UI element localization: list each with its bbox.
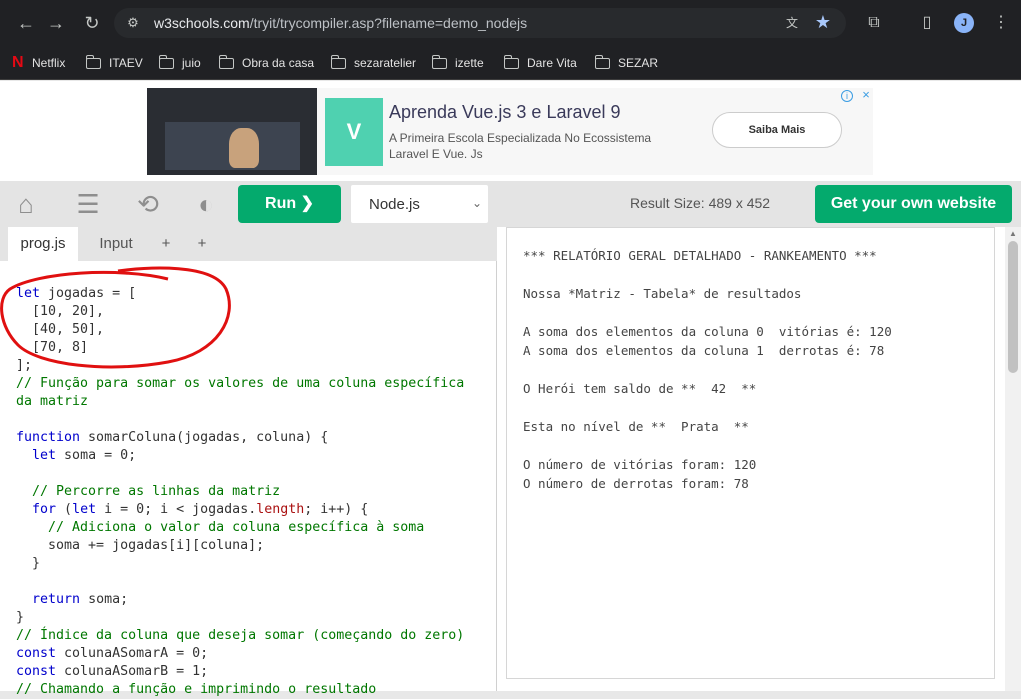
ad-video[interactable] <box>147 88 317 175</box>
bookmark-label: SEZAR <box>618 56 659 70</box>
rotate-icon[interactable]: ⟲ <box>130 187 166 221</box>
folder-icon <box>218 54 234 69</box>
language-select-value: Node.js <box>369 196 420 213</box>
bookmark-label: ITAEV <box>109 56 143 70</box>
scroll-up-icon[interactable]: ▲ <box>1008 229 1018 239</box>
bookmark-folder[interactable]: sezaratelier <box>330 53 417 73</box>
reload-icon[interactable]: ↻ <box>78 9 106 37</box>
site-settings-icon[interactable]: ⚙ <box>124 14 142 32</box>
page-content: V Aprenda Vue.js 3 e Laravel 9 A Primeir… <box>0 81 1021 697</box>
bookmark-folder[interactable]: Obra da casa <box>218 53 315 73</box>
tab-input[interactable]: Input <box>86 227 146 261</box>
result-line: O Herói tem saldo de ** 42 ** <box>523 381 757 396</box>
result-line <box>523 436 983 455</box>
browser-toolbar: ← → ↻ ⚙ w3schools.com/tryit/trycompiler.… <box>0 0 1021 46</box>
result-line <box>523 265 983 284</box>
ad-title[interactable]: Aprenda Vue.js 3 e Laravel 9 <box>389 102 621 123</box>
bookmark-star-icon[interactable]: ★ <box>812 11 834 33</box>
chevron-down-icon: ⌄ <box>471 196 482 210</box>
bookmarks-bar: N Netflix ITAEV juio Obra da casa sezarat… <box>0 46 1021 80</box>
result-line <box>523 398 983 417</box>
bookmark-folder[interactable]: Dare Vita <box>503 53 577 73</box>
code-content[interactable]: let jogadas = [ [10, 20], [40, 50], [70,… <box>16 285 486 699</box>
more-menu-icon[interactable]: ⋮ <box>987 9 1015 37</box>
result-line: *** RELATÓRIO GERAL DETALHADO - RANKEAME… <box>523 248 877 263</box>
address-bar[interactable]: ⚙ w3schools.com/tryit/trycompiler.asp?fi… <box>114 8 846 38</box>
language-select[interactable]: Node.js ⌄ <box>351 185 488 223</box>
tab-add-file[interactable]: + <box>152 227 180 261</box>
home-icon[interactable]: ⌂ <box>8 187 44 221</box>
result-line: O número de derrotas foram: 78 <box>523 476 749 491</box>
result-line: Nossa *Matriz - Tabela* de resultados <box>523 286 802 301</box>
netflix-icon: N <box>12 54 24 71</box>
result-line <box>523 360 983 379</box>
bookmark-folder[interactable]: juio <box>158 53 201 73</box>
bookmark-label: izette <box>455 56 484 70</box>
folder-icon <box>158 54 174 69</box>
result-line: O número de vitórias foram: 120 <box>523 457 757 472</box>
code-editor[interactable]: prog.js Input + + let jogadas = [ [10, 2… <box>0 227 497 697</box>
bookmark-label: juio <box>182 56 201 70</box>
ad-close-icon[interactable]: × <box>859 88 873 102</box>
result-line: A soma dos elementos da coluna 0 vitória… <box>523 324 892 339</box>
bookmark-label: Obra da casa <box>242 56 315 70</box>
bookmark-folder[interactable]: izette <box>431 53 484 73</box>
translate-icon[interactable]: 文 <box>782 13 802 33</box>
tab-prog-js[interactable]: prog.js <box>8 227 78 261</box>
ad-banner[interactable]: V Aprenda Vue.js 3 e Laravel 9 A Primeir… <box>147 88 873 175</box>
tryit-toolbar: ⌂ ☰ ⟲ ◐ Run ❯ Node.js ⌄ Result Size: 489… <box>0 181 1021 227</box>
folder-icon <box>85 54 101 69</box>
ad-cta-button[interactable]: Saiba Mais <box>712 112 842 148</box>
contrast-icon[interactable]: ◐ <box>188 187 224 221</box>
bookmark-label: sezaratelier <box>354 56 417 70</box>
forward-icon[interactable]: → <box>42 9 70 37</box>
profile-avatar[interactable]: J <box>954 13 974 33</box>
ad-subtitle: A Primeira Escola Especializada No Ecoss… <box>389 131 652 161</box>
back-icon[interactable]: ← <box>12 9 40 37</box>
bookmark-label: Netflix <box>32 56 66 70</box>
editor-tabs: prog.js Input + + <box>0 227 497 261</box>
run-button[interactable]: Run ❯ <box>238 185 341 223</box>
folder-icon <box>503 54 519 69</box>
extensions-icon[interactable]: ⧉ <box>860 9 888 37</box>
ad-logo-icon: V <box>325 98 383 166</box>
result-panel: *** RELATÓRIO GERAL DETALHADO - RANKEAME… <box>506 227 995 679</box>
scroll-thumb[interactable] <box>1008 241 1018 373</box>
result-size-label: Result Size: 489 x 452 <box>630 195 771 211</box>
tab-add-file[interactable]: + <box>186 227 218 261</box>
bookmark-folder[interactable]: ITAEV <box>85 53 143 73</box>
url-host: w3schools.com <box>154 15 250 31</box>
folder-icon <box>594 54 610 69</box>
bookmark-netflix[interactable]: N Netflix <box>12 53 65 73</box>
folder-icon <box>330 54 346 69</box>
side-panel-icon[interactable]: ▯ <box>913 9 941 37</box>
result-line <box>523 303 983 322</box>
get-website-button[interactable]: Get your own website <box>815 185 1012 223</box>
bookmark-label: Dare Vita <box>527 56 577 70</box>
bookmark-folder[interactable]: SEZAR <box>594 53 659 73</box>
ad-info-icon[interactable]: i <box>841 90 853 102</box>
page-scrollbar[interactable]: ▲ <box>1005 227 1021 691</box>
result-line: A soma dos elementos da coluna 1 derrota… <box>523 343 885 358</box>
menu-icon[interactable]: ☰ <box>70 187 106 221</box>
folder-icon <box>431 54 447 69</box>
url-path: /tryit/trycompiler.asp?filename=demo_nod… <box>249 15 528 31</box>
result-output: *** RELATÓRIO GERAL DETALHADO - RANKEAME… <box>523 246 983 493</box>
result-line: Esta no nível de ** Prata ** <box>523 419 749 434</box>
ad-video-person <box>229 128 259 168</box>
address-url[interactable]: w3schools.com/tryit/trycompiler.asp?file… <box>154 15 527 31</box>
